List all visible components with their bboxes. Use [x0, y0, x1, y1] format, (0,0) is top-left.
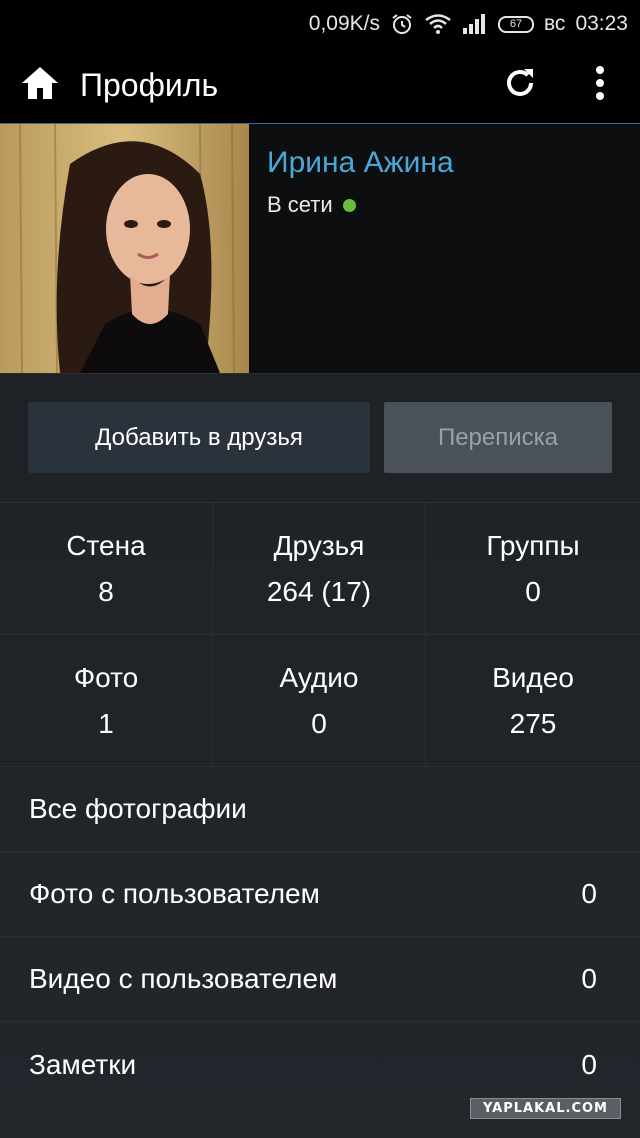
list-item-label: Заметки	[29, 1048, 137, 1080]
stat-groups[interactable]: Группы 0	[426, 503, 640, 635]
stat-photos[interactable]: Фото 1	[0, 635, 213, 767]
stats-grid: Стена 8 Друзья 264 (17) Группы 0 Фото 1 …	[0, 502, 640, 767]
battery-level: 67	[509, 17, 523, 30]
online-status-text: В сети	[267, 192, 333, 217]
stat-label: Группы	[486, 529, 580, 561]
overflow-menu-button[interactable]	[560, 48, 640, 124]
wifi-icon	[424, 13, 452, 35]
stat-value: 275	[509, 707, 557, 739]
signal-icon	[462, 13, 488, 35]
list-item-all-photos[interactable]: Все фотографии	[0, 767, 640, 852]
stat-label: Стена	[66, 529, 146, 561]
stat-value: 0	[525, 575, 541, 607]
list-item-notes[interactable]: Заметки 0	[0, 1022, 640, 1107]
list-item-count: 0	[581, 1048, 597, 1080]
refresh-icon	[502, 65, 538, 106]
list-item-photos-with-user[interactable]: Фото с пользователем 0	[0, 852, 640, 937]
home-button[interactable]	[0, 48, 80, 124]
profile-name: Ирина Ажина	[267, 146, 454, 179]
list-item-label: Видео с пользователем	[29, 963, 338, 994]
status-day: вс	[544, 12, 566, 35]
stat-value: 1	[98, 707, 114, 739]
stat-label: Видео	[492, 661, 574, 693]
stat-friends[interactable]: Друзья 264 (17)	[213, 503, 426, 635]
stat-video[interactable]: Видео 275	[426, 635, 640, 767]
online-dot-icon	[342, 198, 356, 212]
overflow-menu-icon	[595, 66, 605, 105]
avatar[interactable]	[0, 124, 249, 373]
list-item-label: Фото с пользователем	[29, 878, 320, 909]
stat-value: 264 (17)	[266, 575, 372, 607]
refresh-button[interactable]	[480, 48, 560, 124]
stat-label: Аудио	[279, 661, 359, 693]
home-icon	[20, 65, 60, 106]
add-friend-button[interactable]: Добавить в друзья	[28, 402, 370, 473]
watermark: YAPLAKAL.COM	[470, 1098, 621, 1119]
stat-label: Фото	[73, 661, 139, 693]
action-bar: Профиль	[0, 48, 640, 124]
alarm-icon	[390, 12, 414, 36]
messages-button[interactable]: Переписка	[384, 402, 612, 473]
profile-header: Ирина Ажина В сети	[0, 124, 640, 374]
profile-list: Все фотографии Фото с пользователем 0 Ви…	[0, 767, 640, 1107]
list-item-count: 0	[581, 963, 597, 994]
list-item-videos-with-user[interactable]: Видео с пользователем 0	[0, 937, 640, 1022]
stat-label: Друзья	[273, 529, 365, 561]
stat-value: 0	[311, 707, 327, 739]
screen: 0,09K/s 67 вс 03:23 Профиль Ирина Ажина …	[0, 0, 640, 1138]
online-status: В сети	[267, 192, 356, 218]
list-item-count: 0	[581, 878, 597, 909]
status-time: 03:23	[575, 12, 628, 35]
status-bar: 0,09K/s 67 вс 03:23	[0, 0, 640, 48]
net-speed: 0,09K/s	[308, 12, 381, 35]
stat-audio[interactable]: Аудио 0	[213, 635, 426, 767]
stat-wall[interactable]: Стена 8	[0, 503, 213, 635]
page-title: Профиль	[80, 67, 219, 103]
battery-icon: 67	[498, 15, 535, 33]
stat-value: 8	[98, 575, 114, 607]
list-item-label: Все фотографии	[29, 793, 247, 824]
